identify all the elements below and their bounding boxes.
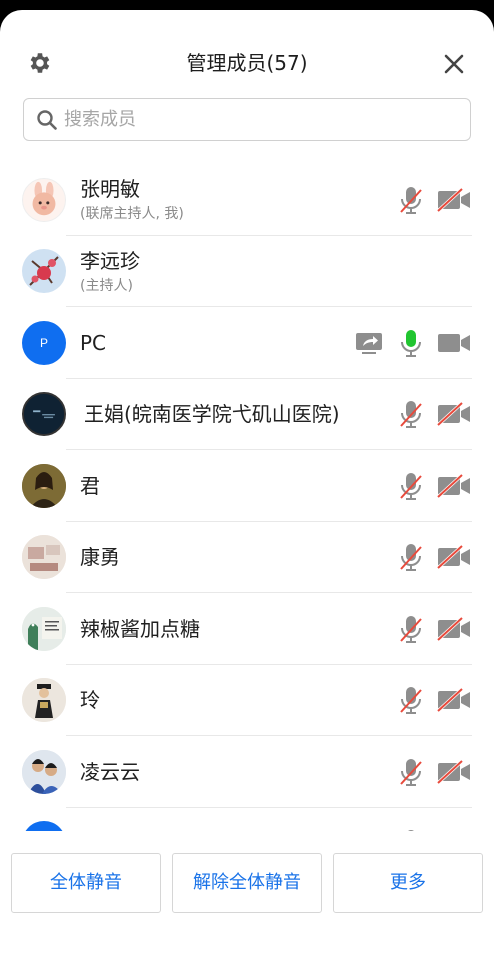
photo-avatar xyxy=(22,535,66,580)
mic-muted-icon[interactable] xyxy=(398,542,424,572)
mic-active-icon[interactable] xyxy=(398,328,424,358)
member-name: 王娟(皖南医学院弋矶山医院) xyxy=(84,402,340,427)
mic-muted-icon[interactable] xyxy=(398,471,424,501)
page-title: 管理成员(57) xyxy=(186,51,308,75)
unmute-all-button[interactable]: 解除全体静音 xyxy=(172,853,322,913)
member-name: 玲 xyxy=(80,688,100,713)
member-name: 张明敏 xyxy=(80,177,140,201)
member-name: 李远珍 xyxy=(80,248,140,273)
header: 管理成员(57) xyxy=(0,10,494,96)
kids-avatar xyxy=(22,749,66,794)
member-row[interactable]: P PC xyxy=(0,307,494,379)
flower-avatar xyxy=(22,249,66,294)
camera-on-icon[interactable] xyxy=(436,330,472,356)
letter-avatar xyxy=(22,821,66,831)
member-role: (主持人) xyxy=(80,277,133,294)
camera-off-icon[interactable] xyxy=(436,830,472,831)
member-row[interactable]: 辣椒酱加点糖 xyxy=(0,593,494,665)
member-name: 凌云云 xyxy=(80,759,140,784)
camera-off-icon[interactable] xyxy=(436,759,472,785)
sign-avatar xyxy=(22,606,66,651)
mic-muted-icon[interactable] xyxy=(398,185,424,215)
member-name: 康勇 xyxy=(80,545,120,570)
letter-avatar: P xyxy=(22,320,66,365)
member-row[interactable]: 康勇 xyxy=(0,522,494,593)
search-input[interactable] xyxy=(64,109,444,130)
camera-off-icon[interactable] xyxy=(436,401,472,427)
search-box[interactable] xyxy=(23,98,471,141)
close-icon[interactable] xyxy=(440,50,468,78)
screen-share-icon[interactable] xyxy=(354,330,384,356)
mic-muted-icon[interactable] xyxy=(398,614,424,644)
camera-off-icon[interactable] xyxy=(436,544,472,570)
camera-off-icon[interactable] xyxy=(436,616,472,642)
mic-muted-icon[interactable] xyxy=(398,685,424,715)
mic-muted-icon[interactable] xyxy=(398,399,424,429)
camera-off-icon[interactable] xyxy=(436,473,472,499)
search-icon xyxy=(37,109,57,130)
member-row[interactable] xyxy=(0,808,494,831)
person-avatar xyxy=(22,678,66,723)
action-bar: 全体静音 解除全体静音 更多 xyxy=(0,853,494,913)
member-row[interactable]: 李远珍 (主持人) xyxy=(0,236,494,307)
manage-members-sheet: 管理成员(57) 张明敏 (联席主持人 xyxy=(0,10,494,960)
member-name: 君 xyxy=(80,473,100,498)
more-button[interactable]: 更多 xyxy=(333,853,483,913)
camera-off-icon[interactable] xyxy=(436,187,472,213)
member-row[interactable]: 玲 xyxy=(0,665,494,736)
member-row[interactable]: 君 xyxy=(0,450,494,522)
member-row[interactable]: 王娟(皖南医学院弋矶山医院) xyxy=(0,379,494,450)
member-name: 辣椒酱加点糖 xyxy=(80,616,200,641)
member-list: 张明敏 (联席主持人, 我) 李远珍 (主持人) P PC 王娟(皖南医学院弋矶… xyxy=(0,164,494,831)
portrait-avatar xyxy=(22,463,66,508)
slide-avatar xyxy=(22,392,66,437)
mic-muted-icon[interactable] xyxy=(398,757,424,787)
bunny-avatar xyxy=(22,177,66,222)
member-row[interactable]: 张明敏 (联席主持人, 我) xyxy=(0,164,494,236)
member-role: (联席主持人, 我) xyxy=(80,206,184,222)
mic-muted-icon[interactable] xyxy=(398,828,424,831)
camera-off-icon[interactable] xyxy=(436,687,472,713)
mute-all-button[interactable]: 全体静音 xyxy=(11,853,161,913)
member-name: PC xyxy=(80,330,107,355)
member-row[interactable]: 凌云云 xyxy=(0,736,494,808)
